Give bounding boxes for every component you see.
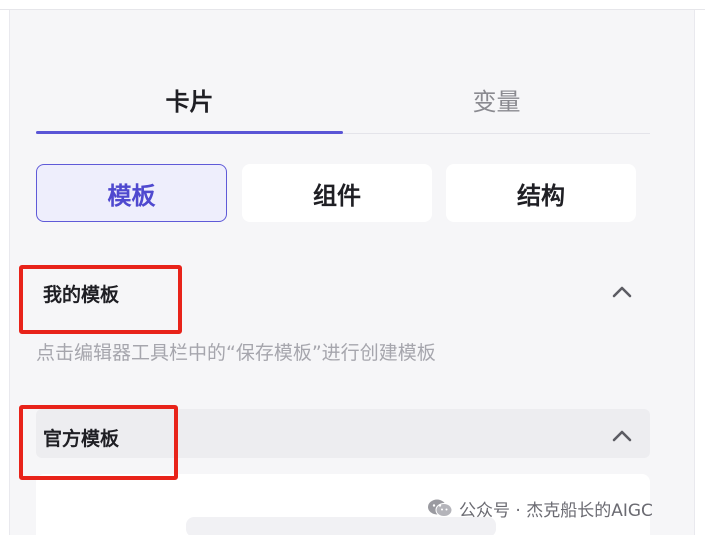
- screenshot-frame: 卡片 变量 模板 组件 结构 我的模板 点击编辑器工具栏中的“保存模板”进行创建…: [0, 0, 705, 535]
- segment-component-button[interactable]: 组件: [242, 164, 432, 222]
- tab-card[interactable]: 卡片: [36, 72, 343, 126]
- highlight-box-my-templates: [19, 265, 182, 334]
- active-tab-indicator: [36, 131, 343, 134]
- chevron-up-icon[interactable]: [611, 281, 633, 303]
- watermark: 公众号 · 杰克船长的AIGC: [427, 494, 653, 522]
- tab-variables[interactable]: 变量: [343, 72, 650, 126]
- segment-template-button[interactable]: 模板: [36, 164, 227, 222]
- my-templates-hint: 点击编辑器工具栏中的“保存模板”进行创建模板: [36, 342, 436, 364]
- segment-structure-button[interactable]: 结构: [446, 164, 636, 222]
- wechat-icon: [428, 499, 453, 517]
- watermark-text: 公众号 · 杰克船长的AIGC: [459, 500, 653, 521]
- highlight-box-official-templates: [19, 405, 178, 480]
- chevron-up-icon[interactable]: [611, 425, 633, 447]
